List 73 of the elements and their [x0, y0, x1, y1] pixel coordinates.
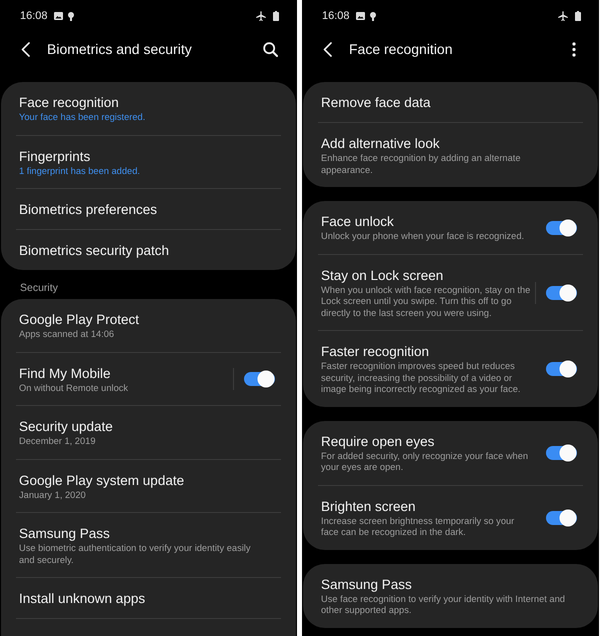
lightbulb-icon — [370, 12, 376, 20]
settings-item[interactable]: Google Play Protect Apps scanned at 14:06 — [16, 299, 281, 352]
item-summary: December 1, 2019 — [19, 436, 96, 448]
item-title: Find My Mobile — [19, 364, 112, 382]
more-icon[interactable] — [572, 42, 576, 56]
lightbulb-icon — [68, 12, 74, 20]
toggle-switch[interactable] — [244, 370, 275, 388]
item-summary: When you unlock with face recognition, stay on the Lock screen until you swipe. Turn this off to go directly to the last screen you were using. — [321, 284, 532, 319]
item-title: Google Play Protect — [19, 311, 140, 328]
item-title: Require open eyes — [321, 432, 436, 450]
status-time: 16:08 — [20, 10, 48, 22]
item-title: Install unknown apps — [19, 590, 146, 607]
settings-item[interactable]: Google Play system update January 1, 2020 — [16, 460, 281, 513]
item-summary: 1 fingerprint has been added. — [19, 166, 141, 177]
item-summary: Unlock your phone when your face is recognized. — [321, 231, 526, 242]
settings-item[interactable]: Remove face data — [318, 82, 583, 123]
status-time: 16:08 — [322, 10, 350, 22]
item-summary: Enhance face recognition by adding an alternate appearance. — [321, 153, 522, 176]
item-summary: On without Remote unlock — [19, 382, 130, 394]
settings-item[interactable]: Add alternative look Enhance face recognition by adding an alternate appearance. — [318, 123, 583, 187]
item-title: Samsung Pass — [321, 576, 413, 592]
toggle-switch[interactable] — [546, 444, 577, 462]
settings-item[interactable]: Find My Mobile On without Remote unlock — [16, 352, 281, 406]
search-icon[interactable] — [263, 42, 278, 56]
item-title: Google Play system update — [19, 472, 186, 488]
item-title: Faster recognition — [321, 343, 430, 360]
back-icon[interactable] — [323, 42, 332, 56]
toggle-switch[interactable] — [546, 218, 577, 237]
settings-item[interactable]: Brighten screen Increase screen brightness temporarily so your face can be recognized in the dark. — [318, 486, 583, 550]
item-summary: Increase screen brightness temporarily so your face can be recognized in the dark. — [321, 516, 516, 538]
settings-item[interactable]: Samsung Pass Use biometric authentication to verify your identity easily and securely. — [16, 513, 281, 578]
settings-item[interactable]: Biometrics preferences — [16, 189, 281, 230]
item-title: Face recognition — [19, 94, 120, 111]
item-title: Face unlock — [321, 213, 395, 230]
settings-item[interactable]: Biometrics security patch — [16, 230, 281, 270]
item-title: Add alternative look — [321, 135, 441, 152]
back-icon[interactable] — [21, 42, 30, 56]
settings-item[interactable]: Stay on Lock screen When you unlock with face recognition, stay on the Lock screen until you swipe. Turn this off to go directly to the last screen you were using. — [318, 254, 583, 331]
item-summary: January 1, 2020 — [19, 490, 87, 501]
item-summary: Apps scanned at 14:06 — [19, 329, 116, 340]
toggle-switch[interactable] — [546, 509, 577, 527]
image-icon — [54, 12, 63, 20]
settings-item[interactable]: Samsung Pass Use face recognition to verify your identity with Internet and other supported apps. — [318, 564, 583, 628]
battery-icon — [273, 11, 279, 21]
item-title: Stay on Lock screen — [321, 266, 444, 284]
item-summary: Faster recognition improves speed but reduces security, increasing the possibility of a video or image being incorrectly recognized as your face. — [321, 361, 522, 396]
item-title: Biometrics preferences — [19, 201, 158, 218]
settings-item[interactable]: Security update December 1, 2019 — [16, 406, 281, 460]
settings-item[interactable]: Install unknown apps — [16, 578, 281, 619]
airplane-icon — [558, 11, 568, 21]
toggle-switch[interactable] — [546, 360, 577, 378]
settings-item[interactable]: Faster recognition Faster recognition improves speed but reduces security, increasing the possibility of a video or image being incorrectly recognized as your face. — [318, 331, 583, 406]
item-title: Samsung Pass — [19, 525, 111, 542]
settings-item[interactable]: Fingerprints 1 fingerprint has been added. — [16, 136, 281, 189]
airplane-icon — [256, 11, 266, 21]
section-label: Security — [19, 281, 59, 296]
item-title: Remove face data — [321, 94, 432, 111]
item-title: Brighten screen — [321, 498, 417, 514]
battery-icon — [575, 11, 581, 21]
screen-title: Biometrics and security — [47, 40, 193, 58]
item-summary: Use biometric authentication to verify your identity easily and securely. — [19, 543, 252, 566]
toggle-switch[interactable] — [546, 284, 577, 302]
item-title: Security update — [19, 418, 114, 435]
item-summary: Use face recognition to verify your identity with Internet and other supported apps. — [321, 594, 566, 616]
item-summary: For added security, only recognize your face when your eyes are open. — [321, 450, 530, 474]
screen-title: Face recognition — [349, 40, 454, 58]
item-title: Fingerprints — [19, 148, 92, 164]
settings-item[interactable]: Face recognition Your face has been registered. — [16, 82, 281, 136]
settings-item[interactable]: Require open eyes For added security, only recognize your face when your eyes are open. — [318, 420, 583, 486]
item-title: Biometrics security patch — [19, 242, 170, 259]
image-icon — [356, 12, 365, 20]
item-summary: Your face has been registered. — [19, 112, 146, 124]
settings-item[interactable]: Face unlock Unlock your phone when your face is recognized. — [318, 201, 583, 254]
